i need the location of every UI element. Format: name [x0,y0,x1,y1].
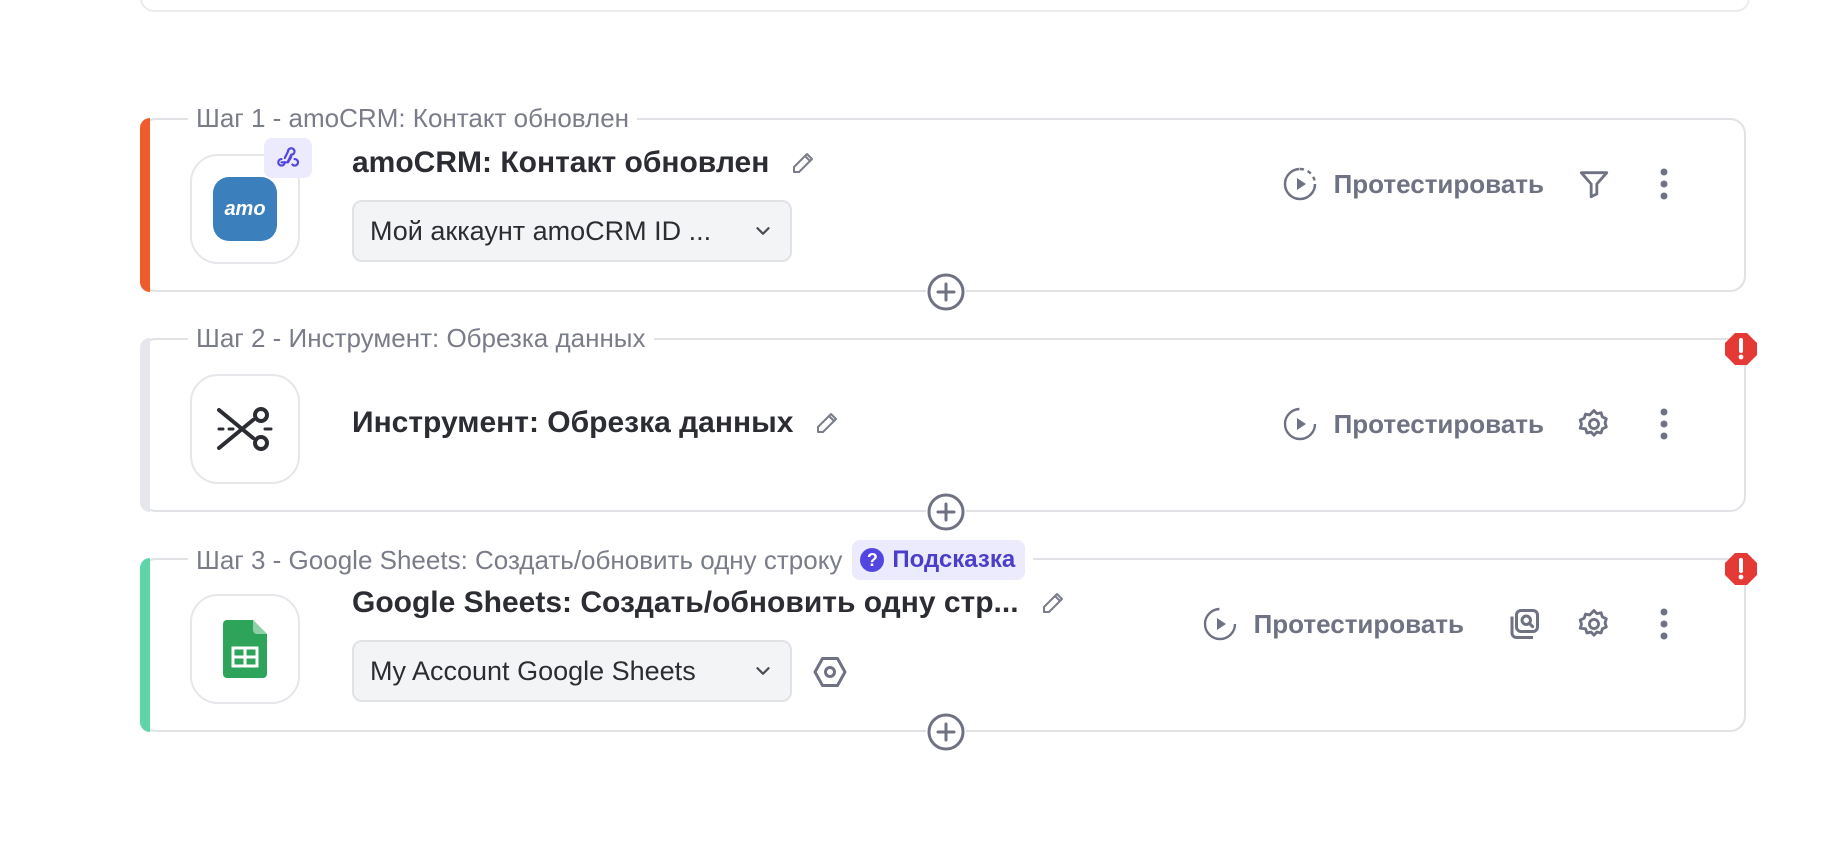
test-button[interactable]: Протестировать [1282,406,1544,442]
app-logo-tool [190,374,300,484]
account-select[interactable]: My Account Google Sheets [352,640,792,702]
google-sheets-icon [223,620,267,678]
gear-icon[interactable] [1574,604,1614,644]
edit-pencil-icon[interactable] [1041,591,1065,615]
step-actions: Протестировать [1282,164,1684,204]
add-step-plus-icon[interactable] [926,492,966,532]
play-circle-icon [1283,167,1316,201]
more-vertical-icon[interactable] [1644,404,1684,444]
hint-button[interactable]: ? Подсказка [852,540,1026,580]
settings-hexagon-icon[interactable] [812,654,848,690]
step-actions: Протестировать [1282,404,1684,444]
chevron-down-icon [756,227,770,235]
step-title: Инструмент: Обрезка данных [352,406,839,440]
step-legend: Шаг 2 - Инструмент: Обрезка данных [188,320,654,356]
play-circle-icon [1203,607,1236,641]
scissors-icon [217,407,273,451]
step-accent-bar [140,118,150,292]
step-legend: Шаг 1 - amoCRM: Контакт обновлен [188,100,638,136]
edit-pencil-icon[interactable] [791,151,815,175]
add-step-plus-icon[interactable] [926,712,966,752]
step-card-1[interactable]: Шаг 1 - amoCRM: Контакт обновлен amo amo… [140,100,1746,312]
edit-pencil-icon[interactable] [815,411,839,435]
app-logo-google-sheets [190,594,300,704]
step-actions: Протестировать [1202,604,1684,644]
alert-icon[interactable] [1724,332,1758,366]
step-title: amoCRM: Контакт обновлен [352,146,815,180]
search-copy-icon[interactable] [1504,604,1544,644]
step-accent-bar [140,558,150,732]
more-vertical-icon[interactable] [1644,164,1684,204]
test-button[interactable]: Протестировать [1282,166,1544,202]
more-vertical-icon[interactable] [1644,604,1684,644]
step-accent-bar [140,338,150,512]
play-circle-icon [1283,407,1316,441]
alert-icon[interactable] [1724,552,1758,586]
chevron-down-icon [756,667,770,675]
account-select[interactable]: Мой аккаунт amoCRM ID ... [352,200,792,262]
previous-card [140,0,1750,12]
amocrm-logo-text: amo [224,197,266,220]
step-card-2[interactable]: Шаг 2 - Инструмент: Обрезка данных Инстр… [140,320,1757,532]
filter-icon[interactable] [1574,164,1614,204]
add-step-plus-icon[interactable] [926,272,966,312]
webhook-icon [264,138,312,178]
question-icon: ? [860,548,885,572]
test-button[interactable]: Протестировать [1202,606,1464,642]
step-card-3[interactable]: Шаг 3 - Google Sheets: Создать/обновить … [140,540,1757,752]
gear-icon[interactable] [1574,404,1614,444]
step-legend: Шаг 3 - Google Sheets: Создать/обновить … [188,540,1034,580]
step-title: Google Sheets: Создать/обновить одну стр… [352,586,1065,620]
